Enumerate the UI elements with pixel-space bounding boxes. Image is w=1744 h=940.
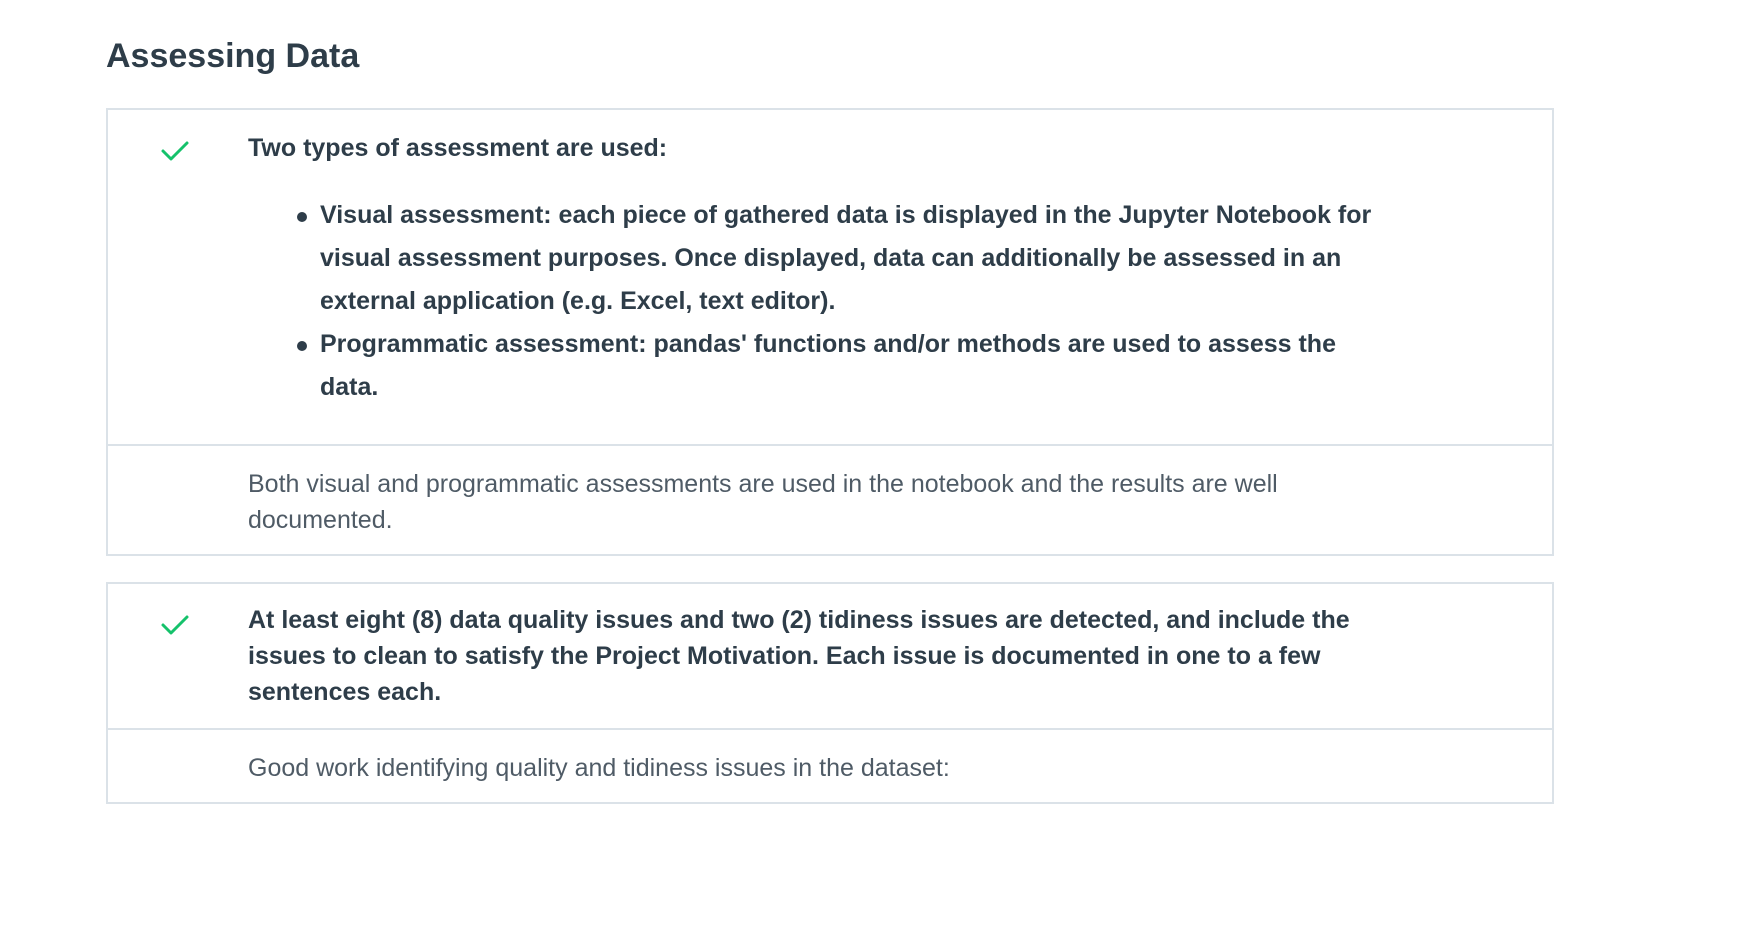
criteria-bullet: Programmatic assessment: pandas' functio… xyxy=(297,323,1388,409)
section-title: Assessing Data xyxy=(106,37,360,75)
criteria-heading: At least eight (8) data quality issues a… xyxy=(248,606,1350,706)
rubric-card: At least eight (8) data quality issues a… xyxy=(106,582,1554,804)
reviewer-comment: Good work identifying quality and tidine… xyxy=(248,754,950,782)
criteria-text: Two types of assessment are used: Visual… xyxy=(248,130,1388,409)
criteria-row: At least eight (8) data quality issues a… xyxy=(108,584,1552,730)
reviewer-comment: Both visual and programmatic assessments… xyxy=(248,470,1278,534)
criteria-bullet: Visual assessment: each piece of gathere… xyxy=(297,194,1388,323)
criteria-bullet-list: Visual assessment: each piece of gathere… xyxy=(248,194,1388,409)
rubric-card: Two types of assessment are used: Visual… xyxy=(106,108,1554,556)
check-icon xyxy=(161,615,189,635)
criteria-row: Two types of assessment are used: Visual… xyxy=(108,110,1552,446)
criteria-heading: Two types of assessment are used: xyxy=(248,134,668,162)
check-icon xyxy=(161,141,189,161)
